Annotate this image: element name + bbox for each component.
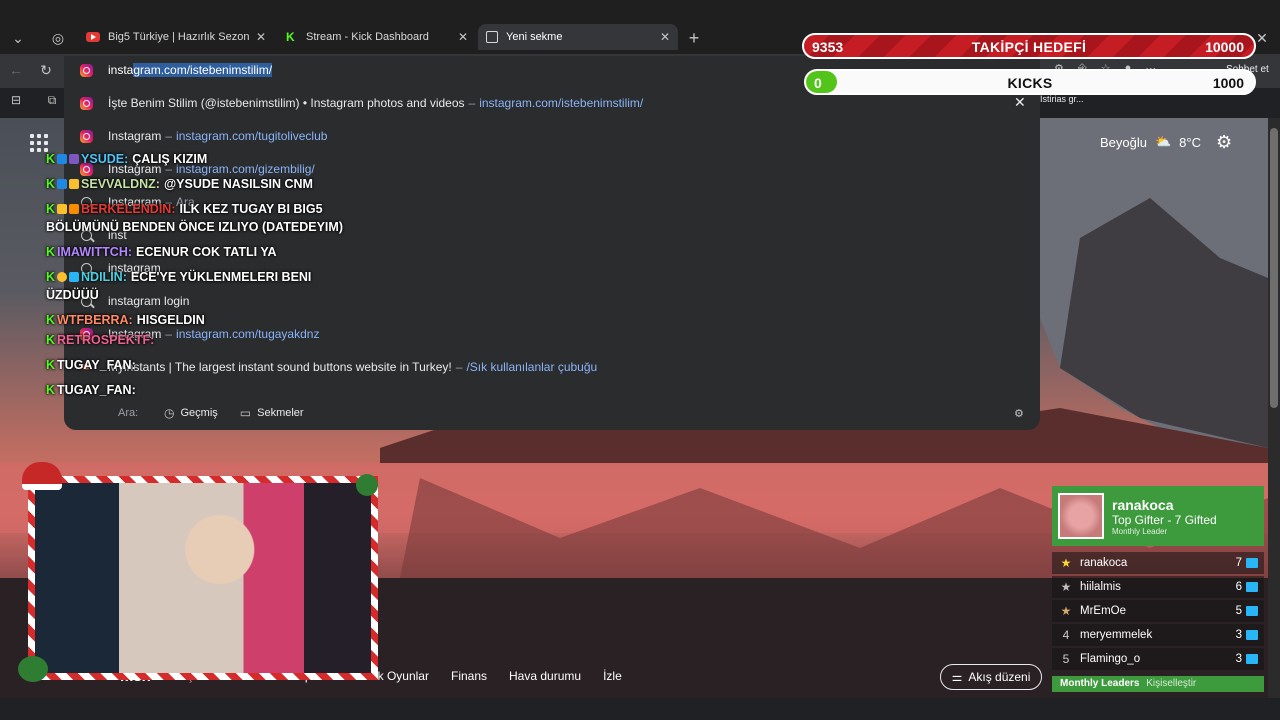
leaderboard-footer: Monthly Leaders Kişiselleştir	[1052, 676, 1264, 692]
close-tab-icon[interactable]: ✕	[660, 30, 670, 44]
search-in-label: Ara:	[118, 407, 139, 419]
youtube-icon	[86, 32, 100, 42]
gift-icon	[1246, 654, 1258, 664]
holly-decoration	[356, 474, 378, 496]
omnibox-settings-icon[interactable]: ⚙	[1014, 407, 1024, 420]
tabs-icon: ▭	[239, 406, 252, 420]
gift-icon	[1246, 582, 1258, 592]
new-tab-button[interactable]: +	[680, 24, 708, 52]
chat-message: K RETROSPEKTF:	[46, 333, 155, 347]
feed-layout-button[interactable]: ⚌ Akış düzeni	[940, 664, 1042, 690]
tabs-chip[interactable]: ▭ Sekmeler	[240, 406, 304, 420]
leaderboard-row: ★ MrEmOe 5	[1052, 600, 1264, 622]
chat-message: K IMAWITTCH: ECENUR COK TATLI YA	[46, 245, 277, 259]
top-gifter-card: ranakoca Top Gifter - 7 Gifted Monthly L…	[1052, 486, 1264, 546]
follower-goal-label: TAKİPÇİ HEDEFİ	[971, 39, 1087, 55]
gift-icon	[1246, 630, 1258, 640]
close-tab-icon[interactable]: ✕	[458, 30, 468, 44]
side-hint: Istirias gr...	[1040, 94, 1084, 104]
address-input[interactable]: instagram.com/istebenimstilim/	[108, 63, 273, 77]
kicks-goal-label: KICKS	[1007, 75, 1053, 91]
chat-message: K YSUDE: ÇALIŞ KIZIM	[46, 152, 208, 166]
gifter-leaderboard: ranakoca Top Gifter - 7 Gifted Monthly L…	[1052, 486, 1264, 692]
chat-overlay: K YSUDE: ÇALIŞ KIZIM K SEVVALDNZ: @YSUDE NAS…	[46, 150, 346, 406]
close-icon[interactable]: ✕	[1014, 94, 1026, 111]
nav-item[interactable]: İzle	[603, 669, 622, 683]
partly-cloudy-icon: ⛅	[1154, 134, 1172, 149]
gift-icon	[1246, 558, 1258, 568]
chat-message: K WTFBERRA: HISGELDIN	[46, 313, 205, 327]
newtab-icon	[486, 31, 498, 43]
suggestion-row[interactable]: Instagram – instagram.com/tugitoliveclub	[64, 120, 1040, 152]
scrollbar-thumb[interactable]	[1270, 128, 1278, 408]
holly-decoration	[18, 656, 48, 682]
kicks-target: 1000	[1212, 75, 1244, 91]
collections-icon[interactable]: ⧉	[38, 86, 66, 114]
top-gifter-name: ranakoca	[1112, 496, 1174, 513]
webcam-overlay	[28, 476, 378, 680]
page-scrollbar[interactable]	[1268, 118, 1280, 698]
instagram-icon	[79, 96, 93, 110]
tab-kick-dashboard[interactable]: K Stream - Kick Dashboard ✕	[278, 24, 476, 50]
leaderboard-row: ★ ranakoca 7	[1052, 552, 1264, 574]
close-tab-icon[interactable]: ✕	[256, 30, 266, 44]
personalize-link[interactable]: Kişiselleştir	[1146, 678, 1196, 689]
weather-city: Beyoğlu	[1100, 134, 1147, 150]
follower-goal-bar: 9353 TAKİPÇİ HEDEFİ 10000	[802, 33, 1256, 59]
tab-search-icon[interactable]: ⌄	[4, 24, 32, 52]
history-icon: ◷	[164, 406, 175, 420]
nav-item[interactable]: Finans	[451, 669, 487, 683]
santa-hat-decoration	[22, 462, 62, 490]
history-chip[interactable]: ◷ Geçmiş	[164, 406, 218, 420]
chat-message: K TUGAY_FAN:	[46, 358, 136, 372]
chat-message: K SEVVALDNZ: @YSUDE NASILSIN CNM	[46, 177, 313, 191]
tab-new-tab[interactable]: Yeni sekme ✕	[478, 24, 678, 50]
reload-icon[interactable]: ↻	[32, 56, 60, 84]
follower-target: 10000	[1205, 39, 1244, 55]
gift-icon	[1246, 606, 1258, 616]
page-settings-icon[interactable]: ⚙	[1216, 132, 1238, 154]
tab-big5[interactable]: Big5 Türkiye | Hazırlık Sezonu 16. B ✕	[78, 24, 274, 50]
chat-message: K BERKELENDIN: ILK KEZ TUGAY BI BIG5 BÖLÜM…	[46, 202, 343, 234]
back-icon[interactable]: ←	[2, 56, 30, 84]
chat-message: K NDILIN: ECE'YE YÜKLENMELERI BENI ÜZDÜÜÜ	[46, 270, 312, 302]
top-gifter-subtitle: Top Gifter - 7 Gifted	[1112, 512, 1217, 527]
sidebar-icon[interactable]: ⊟	[2, 86, 30, 114]
weather-temp: 8°C	[1179, 134, 1201, 150]
leaderboard-row: 5 Flamingo_o 3	[1052, 648, 1264, 670]
weather-widget[interactable]: Beyoğlu ⛅ 8°C	[1100, 134, 1201, 150]
workspaces-icon[interactable]: ◎	[44, 24, 72, 52]
avatar	[1058, 493, 1104, 539]
nav-item[interactable]: Hava durumu	[509, 669, 581, 683]
instagram-icon	[79, 63, 93, 77]
kick-icon: K	[286, 30, 295, 44]
chat-message: K TUGAY_FAN:	[46, 383, 136, 397]
top-gifter-tag: Monthly Leader	[1112, 526, 1168, 536]
sliders-icon: ⚌	[951, 670, 963, 684]
instagram-icon	[79, 129, 93, 143]
kicks-goal-bar: 0 KICKS 1000	[804, 69, 1256, 95]
leaderboard-row: ★ hiilalmis 6	[1052, 576, 1264, 598]
leaderboard-row: 4 meryemmelek 3	[1052, 624, 1264, 646]
